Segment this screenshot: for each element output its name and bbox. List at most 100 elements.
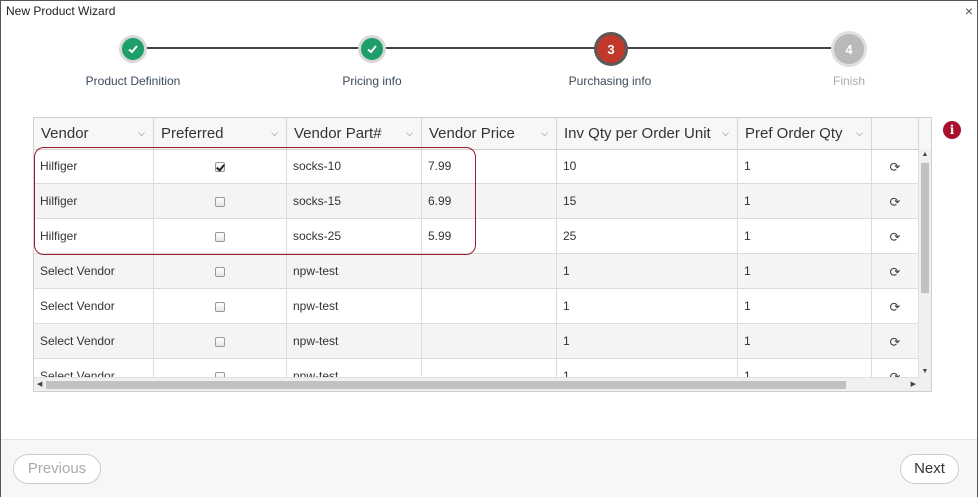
preferred-checkbox[interactable]: [215, 196, 225, 207]
pref-qty-cell[interactable]: 1: [738, 289, 872, 324]
table-row[interactable]: Hilfiger socks-15 6.99 15 1 ⟳: [34, 184, 919, 219]
refresh-icon[interactable]: ⟳: [890, 254, 901, 289]
pref-qty-cell[interactable]: 1: [738, 359, 872, 377]
part-cell[interactable]: socks-10: [287, 149, 422, 184]
column-header-label: Vendor Price: [429, 125, 515, 142]
price-cell[interactable]: [422, 359, 557, 377]
row-action-cell[interactable]: ⟳: [872, 359, 919, 377]
inv-qty-cell[interactable]: 1: [557, 324, 738, 359]
refresh-icon[interactable]: ⟳: [890, 359, 901, 377]
preferred-cell[interactable]: [154, 219, 287, 254]
pref-qty-cell[interactable]: 1: [738, 254, 872, 289]
vendor-cell[interactable]: Hilfiger: [34, 184, 154, 219]
table-row[interactable]: Select Vendor npw-test 1 1 ⟳: [34, 254, 919, 289]
inv-qty-cell[interactable]: 1: [557, 359, 738, 377]
next-button[interactable]: Next: [900, 454, 959, 484]
price-cell[interactable]: [422, 254, 557, 289]
table-row[interactable]: Select Vendor npw-test 1 1 ⟳: [34, 324, 919, 359]
column-header-pref-order-qty[interactable]: Pref Order Qty ⌵: [738, 118, 872, 149]
preferred-cell[interactable]: [154, 254, 287, 289]
column-header-vendor-price[interactable]: Vendor Price ⌵: [422, 118, 557, 149]
part-cell[interactable]: npw-test: [287, 359, 422, 377]
preferred-cell[interactable]: [154, 359, 287, 377]
preferred-checkbox[interactable]: [215, 301, 225, 312]
step-3-current[interactable]: 3: [594, 32, 628, 66]
refresh-icon[interactable]: ⟳: [890, 219, 901, 254]
table-row[interactable]: Hilfiger socks-25 5.99 25 1 ⟳: [34, 219, 919, 254]
inv-qty-cell[interactable]: 25: [557, 219, 738, 254]
step-4-todo[interactable]: 4: [831, 31, 867, 67]
refresh-icon[interactable]: ⟳: [890, 149, 901, 184]
scroll-up-icon[interactable]: ▲: [919, 151, 931, 158]
pref-qty-cell[interactable]: 1: [738, 184, 872, 219]
inv-qty-cell[interactable]: 1: [557, 254, 738, 289]
chevron-down-icon[interactable]: ⌵: [271, 118, 278, 149]
part-cell[interactable]: npw-test: [287, 254, 422, 289]
pref-qty-cell[interactable]: 1: [738, 219, 872, 254]
part-cell[interactable]: npw-test: [287, 324, 422, 359]
column-header-inv-qty[interactable]: Inv Qty per Order Unit ⌵: [557, 118, 738, 149]
step-3-number: 3: [607, 41, 615, 57]
part-cell[interactable]: socks-15: [287, 184, 422, 219]
refresh-icon[interactable]: ⟳: [890, 184, 901, 219]
price-cell[interactable]: [422, 324, 557, 359]
vendor-cell[interactable]: Select Vendor: [34, 324, 154, 359]
pref-qty-cell[interactable]: 1: [738, 324, 872, 359]
scroll-right-icon[interactable]: ▶: [911, 378, 916, 391]
part-cell[interactable]: npw-test: [287, 289, 422, 324]
info-icon[interactable]: i: [943, 121, 961, 139]
preferred-cell[interactable]: [154, 184, 287, 219]
preferred-cell[interactable]: [154, 149, 287, 184]
preferred-checkbox[interactable]: [215, 161, 225, 172]
inv-qty-cell[interactable]: 1: [557, 289, 738, 324]
chevron-down-icon[interactable]: ⌵: [541, 118, 548, 149]
column-header-vendor-part[interactable]: Vendor Part# ⌵: [287, 118, 422, 149]
price-cell[interactable]: 5.99: [422, 219, 557, 254]
refresh-icon[interactable]: ⟳: [890, 289, 901, 324]
row-action-cell[interactable]: ⟳: [872, 324, 919, 359]
part-cell[interactable]: socks-25: [287, 219, 422, 254]
chevron-down-icon[interactable]: ⌵: [406, 118, 413, 149]
vendor-cell[interactable]: Hilfiger: [34, 149, 154, 184]
row-action-cell[interactable]: ⟳: [872, 184, 919, 219]
column-header-label: Preferred: [161, 125, 224, 142]
preferred-checkbox[interactable]: [215, 266, 225, 277]
step-2-done-icon[interactable]: [358, 35, 386, 63]
inv-qty-cell[interactable]: 15: [557, 184, 738, 219]
scroll-thumb[interactable]: [46, 381, 846, 389]
chevron-down-icon[interactable]: ⌵: [722, 118, 729, 149]
table-row[interactable]: Hilfiger socks-10 7.99 10 1 ⟳: [34, 149, 919, 184]
scroll-down-icon[interactable]: ▼: [919, 368, 931, 375]
table-row[interactable]: Select Vendor npw-test 1 1 ⟳: [34, 359, 919, 377]
vendor-cell[interactable]: Select Vendor: [34, 359, 154, 377]
column-header-preferred[interactable]: Preferred ⌵: [154, 118, 287, 149]
price-cell[interactable]: [422, 289, 557, 324]
price-cell[interactable]: 6.99: [422, 184, 557, 219]
scroll-left-icon[interactable]: ◀: [37, 378, 42, 391]
previous-button[interactable]: Previous: [13, 454, 101, 484]
chevron-down-icon[interactable]: ⌵: [138, 118, 145, 149]
vertical-scrollbar[interactable]: ▲ ▼: [918, 149, 931, 377]
horizontal-scrollbar[interactable]: ◀ ▶: [34, 377, 919, 391]
close-icon[interactable]: ×: [965, 3, 973, 19]
row-action-cell[interactable]: ⟳: [872, 289, 919, 324]
chevron-down-icon[interactable]: ⌵: [856, 118, 863, 149]
pref-qty-cell[interactable]: 1: [738, 149, 872, 184]
column-header-vendor[interactable]: Vendor ⌵: [34, 118, 154, 149]
row-action-cell[interactable]: ⟳: [872, 254, 919, 289]
vendor-cell[interactable]: Select Vendor: [34, 289, 154, 324]
price-cell[interactable]: 7.99: [422, 149, 557, 184]
scroll-thumb[interactable]: [921, 163, 929, 293]
inv-qty-cell[interactable]: 10: [557, 149, 738, 184]
vendor-cell[interactable]: Hilfiger: [34, 219, 154, 254]
row-action-cell[interactable]: ⟳: [872, 149, 919, 184]
preferred-cell[interactable]: [154, 289, 287, 324]
table-row[interactable]: Select Vendor npw-test 1 1 ⟳: [34, 289, 919, 324]
refresh-icon[interactable]: ⟳: [890, 324, 901, 359]
vendor-cell[interactable]: Select Vendor: [34, 254, 154, 289]
preferred-checkbox[interactable]: [215, 336, 225, 347]
preferred-checkbox[interactable]: [215, 231, 225, 242]
preferred-cell[interactable]: [154, 324, 287, 359]
step-1-done-icon[interactable]: [119, 35, 147, 63]
row-action-cell[interactable]: ⟳: [872, 219, 919, 254]
